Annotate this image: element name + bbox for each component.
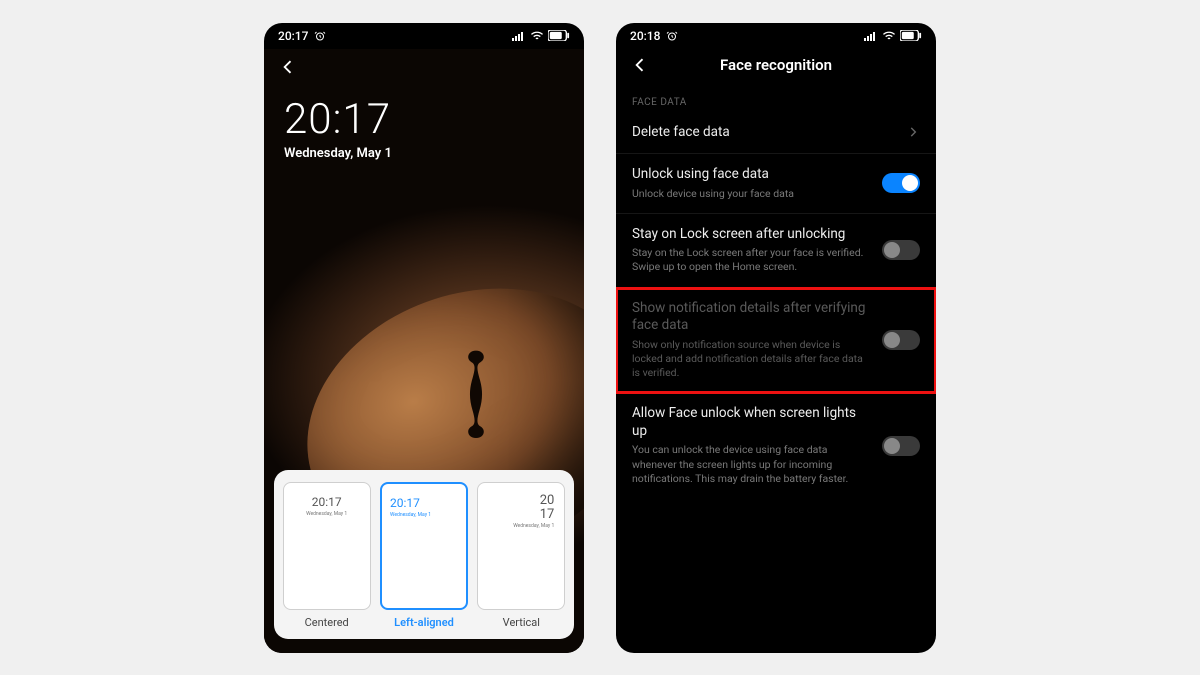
- style-label: Left-aligned: [394, 616, 454, 629]
- chevron-left-icon: [278, 57, 298, 77]
- status-time: 20:18: [630, 29, 660, 43]
- toggle-notification-details[interactable]: [882, 330, 920, 350]
- row-subtitle: You can unlock the device using face dat…: [632, 443, 868, 486]
- style-label: Centered: [305, 616, 349, 629]
- row-title: Allow Face unlock when screen lights up: [632, 405, 868, 440]
- status-bar: 20:18: [616, 23, 936, 45]
- alarm-icon: [666, 30, 678, 42]
- thumb-date: Wednesday, May 1: [284, 511, 370, 517]
- signal-icon: [864, 31, 878, 41]
- style-thumb-left: 20:17 Wednesday, May 1: [380, 482, 468, 610]
- row-title: Unlock using face data: [632, 166, 868, 184]
- toggle-stay-lock[interactable]: [882, 240, 920, 260]
- row-delete-face-data[interactable]: Delete face data: [616, 112, 936, 155]
- row-subtitle: Stay on the Lock screen after your face …: [632, 246, 868, 274]
- wallpaper-f-hole: [450, 346, 502, 438]
- style-thumb-centered: 20:17 Wednesday, May 1: [283, 482, 371, 610]
- screenshot-pair: 20:17 20:17 Wednesday, May 1: [264, 23, 936, 653]
- thumb-date: Wednesday, May 1: [513, 523, 554, 529]
- status-time: 20:17: [278, 29, 308, 43]
- lockscreen-time: 20:17: [284, 95, 392, 144]
- thumb-time-bottom: 17: [540, 507, 555, 522]
- style-option-centered[interactable]: 20:17 Wednesday, May 1 Centered: [282, 482, 371, 629]
- battery-icon: [548, 30, 570, 41]
- row-unlock-using-face-data[interactable]: Unlock using face data Unlock device usi…: [616, 154, 936, 214]
- thumb-time: 20:17: [390, 496, 420, 510]
- row-subtitle: Unlock device using your face data: [632, 187, 868, 201]
- thumb-date: Wednesday, May 1: [390, 512, 431, 518]
- style-option-left-aligned[interactable]: 20:17 Wednesday, May 1 Left-aligned: [379, 482, 468, 629]
- lockscreen-date: Wednesday, May 1: [284, 146, 392, 161]
- alarm-icon: [314, 30, 326, 42]
- battery-icon: [900, 30, 922, 41]
- wifi-icon: [530, 31, 544, 41]
- status-bar: 20:17: [264, 23, 584, 45]
- page-header: Face recognition: [616, 45, 936, 89]
- style-label: Vertical: [503, 616, 540, 629]
- back-button[interactable]: [278, 57, 298, 77]
- row-title: Stay on Lock screen after unlocking: [632, 226, 868, 244]
- wifi-icon: [882, 31, 896, 41]
- chevron-right-icon: [906, 125, 920, 139]
- phone-face-recognition-settings: 20:18 Face recognition FACE DATA Delete …: [616, 23, 936, 653]
- phone-lockscreen-style: 20:17 20:17 Wednesday, May 1: [264, 23, 584, 653]
- clock-style-picker: 20:17 Wednesday, May 1 Centered 20:17 We…: [274, 470, 574, 639]
- lockscreen-clock: 20:17 Wednesday, May 1: [284, 95, 392, 161]
- page-title: Face recognition: [616, 56, 936, 74]
- thumb-time-top: 20: [540, 493, 555, 508]
- toggle-allow-screen-on[interactable]: [882, 436, 920, 456]
- row-title: Delete face data: [632, 124, 892, 142]
- thumb-time: 20:17: [284, 495, 370, 509]
- row-show-notification-details[interactable]: Show notification details after verifyin…: [616, 288, 936, 394]
- signal-icon: [512, 31, 526, 41]
- toggle-unlock-face[interactable]: [882, 173, 920, 193]
- row-stay-on-lock-screen[interactable]: Stay on Lock screen after unlocking Stay…: [616, 214, 936, 288]
- row-subtitle: Show only notification source when devic…: [632, 338, 868, 381]
- section-label-face-data: FACE DATA: [616, 89, 936, 112]
- row-title: Show notification details after verifyin…: [632, 300, 868, 335]
- style-option-vertical[interactable]: 20 17 Wednesday, May 1 Vertical: [477, 482, 566, 629]
- row-allow-face-unlock-screen-on[interactable]: Allow Face unlock when screen lights up …: [616, 393, 936, 498]
- style-thumb-vertical: 20 17 Wednesday, May 1: [477, 482, 565, 610]
